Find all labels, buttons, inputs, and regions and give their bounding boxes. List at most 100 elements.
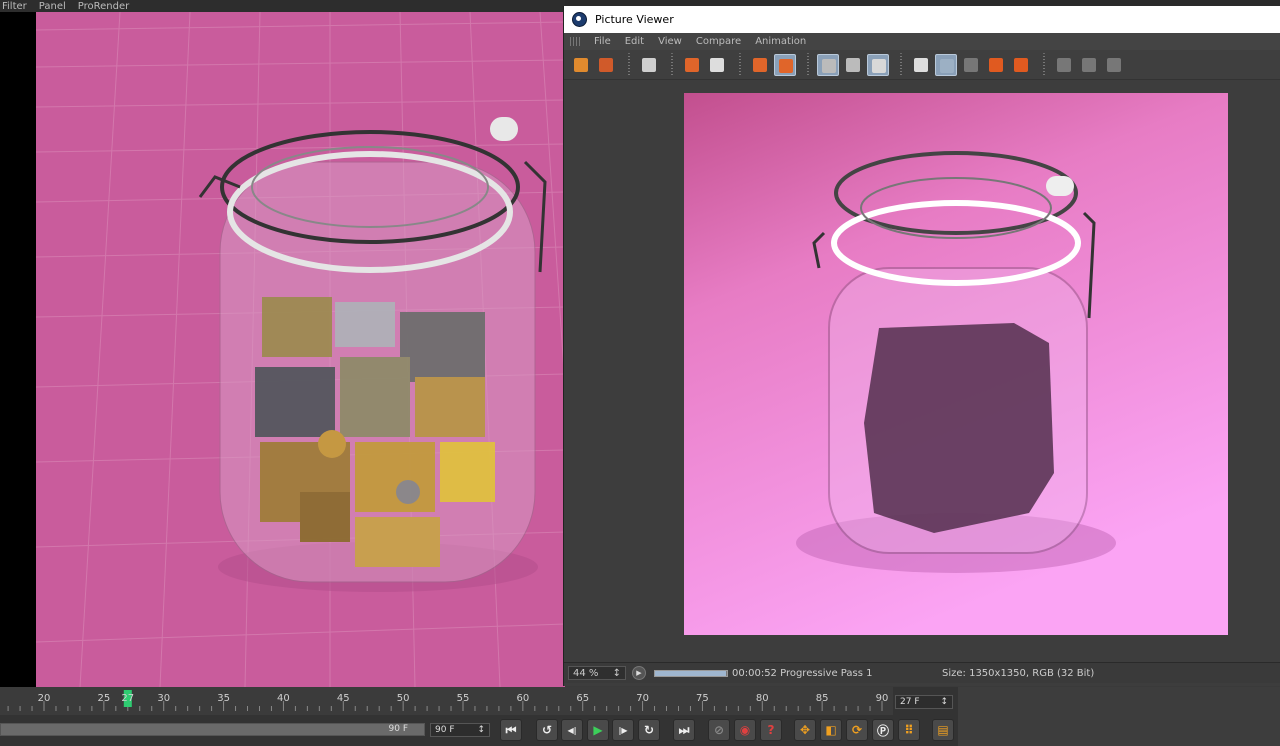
- keyframe-selection-button[interactable]: ?: [760, 719, 782, 741]
- current-frame-value: 27 F: [900, 697, 920, 707]
- scale-key-button[interactable]: ◧: [820, 719, 842, 741]
- split-grid-icon[interactable]: [1103, 54, 1125, 76]
- scale-icon: ◧: [825, 723, 837, 737]
- rotate-icon: ⟳: [851, 723, 863, 737]
- timeline-tick-label: 25: [97, 693, 110, 704]
- render-list-icon[interactable]: [774, 53, 796, 76]
- toolbar-separator: [671, 52, 673, 77]
- timeline-tick-label: 50: [397, 693, 410, 704]
- stepper-icon: ↕: [612, 667, 621, 679]
- loop-forward-icon: ↻: [643, 723, 655, 737]
- menu-file[interactable]: File: [594, 36, 611, 47]
- play-forward-button[interactable]: ▶: [587, 719, 609, 741]
- timeline-ruler[interactable]: 20 25 27 30 35 40 45 50 55 60 65 70 75 80 85 90: [0, 687, 893, 715]
- timeline-tick-label: 55: [457, 693, 470, 704]
- picture-viewer-window: Picture Viewer File Edit View Compare An…: [563, 6, 1280, 686]
- parameter-key-button[interactable]: Ⓟ: [872, 719, 894, 741]
- picture-viewer-titlebar[interactable]: Picture Viewer: [564, 6, 1280, 33]
- record-keys-button[interactable]: ⊘: [708, 719, 730, 741]
- view-a-icon[interactable]: [817, 53, 839, 76]
- render-image[interactable]: [684, 93, 1228, 635]
- timeline-tick-label: 75: [696, 693, 709, 704]
- render-user-icon[interactable]: [706, 54, 728, 76]
- split-vertical-icon[interactable]: [1053, 54, 1075, 76]
- ab-swap-icon[interactable]: [935, 53, 957, 76]
- preview-range-slider[interactable]: 90 F: [0, 723, 425, 736]
- picture-viewer-statusbar: 44 % ↕ ▶ 00:00:52 Progressive Pass 1 Siz…: [564, 662, 1280, 683]
- grip-icon: [570, 37, 580, 46]
- step-back-icon: ◀|: [567, 725, 577, 735]
- menu-view[interactable]: View: [658, 36, 682, 47]
- rotation-key-button[interactable]: ⟳: [846, 719, 868, 741]
- image-size-text: Size: 1350x1350, RGB (32 Bit): [942, 667, 1095, 679]
- play-button[interactable]: ▶: [632, 666, 646, 680]
- menu-panel[interactable]: Panel: [39, 1, 66, 12]
- scheme-button[interactable]: ▤: [932, 719, 954, 741]
- step-back-button[interactable]: ◀|: [561, 719, 583, 741]
- zoom-select[interactable]: 44 % ↕: [568, 666, 626, 680]
- toolbar-separator: [1043, 52, 1045, 77]
- copy-render-icon[interactable]: [749, 54, 771, 76]
- render-progress-bar: [654, 669, 728, 677]
- editor-viewport[interactable]: [0, 12, 565, 687]
- goto-end-button[interactable]: ⏭: [673, 719, 695, 741]
- render-scene: [684, 93, 1228, 635]
- menu-animation[interactable]: Animation: [755, 36, 806, 47]
- open-icon[interactable]: [570, 54, 592, 76]
- toolbar-separator: [739, 52, 741, 77]
- range-end-value: 90 F: [388, 724, 409, 734]
- stepper-icon: ↕: [940, 697, 948, 707]
- end-frame-value: 90 F: [435, 725, 455, 735]
- goto-end-icon: ⏭: [678, 722, 690, 737]
- set-a-icon[interactable]: [985, 54, 1007, 76]
- attribute-panel-area: [958, 687, 1280, 746]
- timeline-tick-label: 40: [277, 693, 290, 704]
- save-icon[interactable]: [595, 54, 617, 76]
- render-progress-text: 00:00:52 Progressive Pass 1: [732, 667, 873, 679]
- previous-key-button[interactable]: ↺: [536, 719, 558, 741]
- question-icon: ?: [767, 723, 775, 737]
- timeline-tick-label: 45: [337, 693, 350, 704]
- step-forward-icon: |▶: [618, 725, 628, 735]
- grid-icon: ⠿: [904, 723, 914, 737]
- toolbar-separator: [900, 52, 902, 77]
- goto-start-button[interactable]: ⏮: [500, 719, 522, 741]
- menu-prorender[interactable]: ProRender: [78, 1, 129, 12]
- timeline-panel: 20 25 27 30 35 40 45 50 55 60 65 70 75 80 85 90 27 F ↕ …: [0, 687, 958, 746]
- loop-back-icon: ↺: [541, 723, 553, 737]
- view-b-icon[interactable]: [842, 54, 864, 76]
- move-icon: ✥: [799, 723, 811, 737]
- menu-filter[interactable]: Filter: [2, 1, 27, 12]
- timeline-tick-label: 35: [217, 693, 230, 704]
- menu-compare[interactable]: Compare: [696, 36, 741, 47]
- render-region-icon[interactable]: [681, 54, 703, 76]
- next-key-button[interactable]: ↻: [638, 719, 660, 741]
- play-forward-icon: ▶: [593, 723, 603, 737]
- menu-edit[interactable]: Edit: [625, 36, 644, 47]
- toolbar-separator: [807, 52, 809, 77]
- play-icon: ▶: [636, 669, 642, 677]
- film-icon: ▤: [937, 723, 949, 737]
- viewport-scene: [35, 12, 565, 687]
- set-b-icon[interactable]: [1010, 54, 1032, 76]
- autokey-icon: ◉: [739, 723, 751, 737]
- goto-start-icon: ⏮: [505, 722, 517, 737]
- point-level-button[interactable]: ⠿: [898, 719, 920, 741]
- ab-diff-icon[interactable]: [960, 54, 982, 76]
- cinema4d-logo-icon: [572, 12, 587, 27]
- timeline-tick-label: 85: [816, 693, 829, 704]
- timeline-tick-label: 20: [38, 693, 51, 704]
- key-icon: ⊘: [713, 723, 725, 737]
- end-frame-field[interactable]: 90 F ↕: [430, 723, 490, 737]
- step-forward-button[interactable]: |▶: [612, 719, 634, 741]
- parameter-icon: Ⓟ: [876, 723, 889, 738]
- view-compare-icon[interactable]: [867, 53, 889, 76]
- clapper-icon[interactable]: [638, 54, 660, 76]
- timeline-tick-label: 60: [516, 693, 529, 704]
- autokey-button[interactable]: ◉: [734, 719, 756, 741]
- timeline-tick-label: 27: [121, 693, 134, 704]
- ab-compare-icon[interactable]: [910, 54, 932, 76]
- current-frame-field[interactable]: 27 F ↕: [895, 695, 953, 709]
- split-horizontal-icon[interactable]: [1078, 54, 1100, 76]
- position-key-button[interactable]: ✥: [794, 719, 816, 741]
